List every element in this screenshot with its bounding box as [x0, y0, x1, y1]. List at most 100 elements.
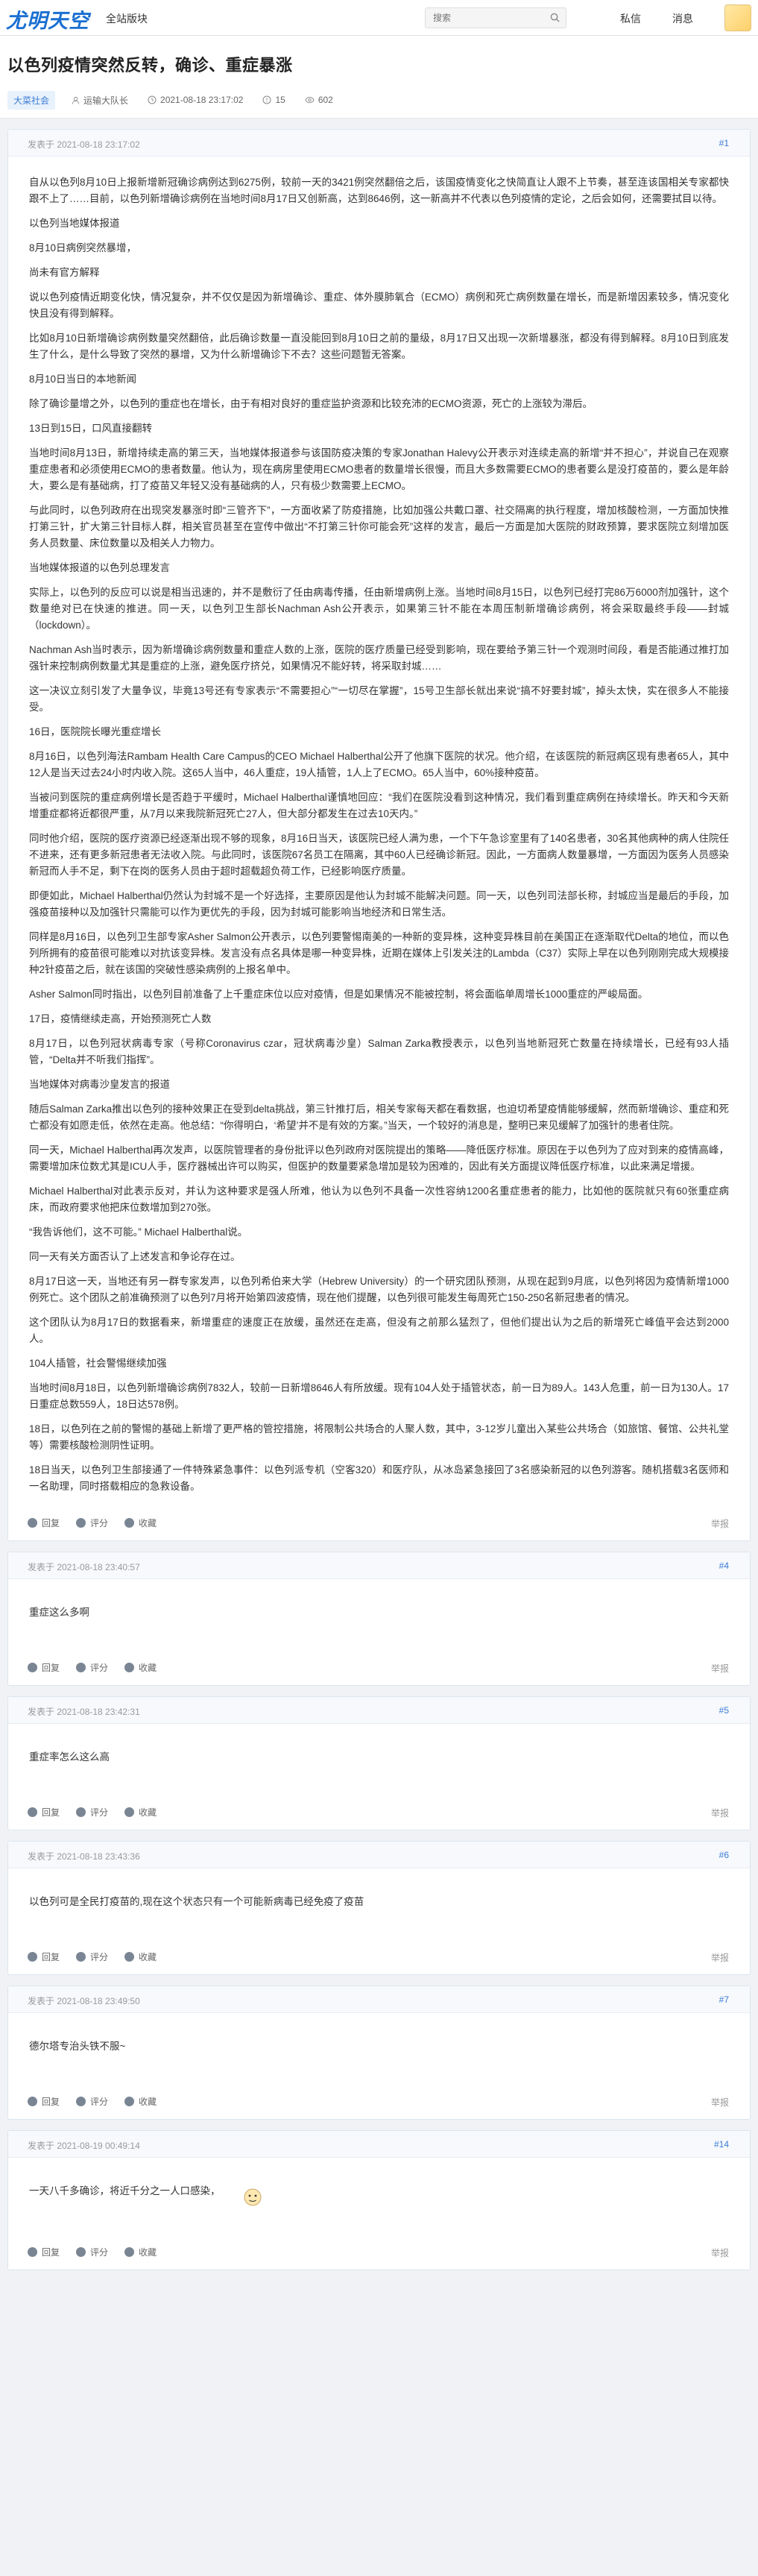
- floor-number[interactable]: #5: [719, 1705, 729, 1716]
- report-button[interactable]: 举报: [711, 1951, 729, 1964]
- post-header: 发表于 2021-08-18 23:40:57 #4: [8, 1552, 750, 1579]
- author-name[interactable]: 运输大队长: [83, 94, 128, 107]
- rate-label: 评分: [90, 1807, 109, 1818]
- post-paragraph: 重症这么多啊: [29, 1607, 89, 1618]
- post-paragraph: 即便如此，Michael Halberthal仍然认为封城不是一个好选择，主要原…: [29, 890, 729, 918]
- rate-button[interactable]: 评分: [76, 1806, 108, 1818]
- post-paragraph: 当地媒体报道的以色列总理发言: [29, 562, 170, 573]
- post-footer: 回复 评分 收藏 举报: [8, 1648, 750, 1685]
- nav-all-boards[interactable]: 全站版块: [106, 11, 148, 26]
- floor-number[interactable]: #4: [719, 1561, 729, 1571]
- favorite-button[interactable]: 收藏: [124, 1950, 157, 1963]
- post-paragraph: 同一天有关方面否认了上述发言和争论存在过。: [29, 1251, 241, 1262]
- floor-number[interactable]: #14: [714, 2139, 729, 2150]
- report-button[interactable]: 举报: [711, 2246, 729, 2259]
- reply-button[interactable]: 回复: [28, 2246, 60, 2258]
- post-paragraph: Michael Halberthal对此表示反对，并认为这种要求是强人所难，他认…: [29, 1185, 729, 1213]
- star-icon: [124, 2247, 135, 2257]
- report-button[interactable]: 举报: [711, 1662, 729, 1675]
- favorite-button[interactable]: 收藏: [124, 1661, 157, 1674]
- post-paragraph: “我告诉他们，这不可能。” Michael Halberthal说。: [29, 1226, 248, 1238]
- thread-header: 以色列疫情突然反转，确诊、重症暴涨 大菜社会 运输大队长 2021-08-18 …: [0, 36, 758, 119]
- date-meta: 2021-08-18 23:17:02: [148, 95, 243, 105]
- reply-button[interactable]: 回复: [28, 1661, 60, 1674]
- post-paragraph: 当被问到医院的重症病例增长是否趋于平缓时，Michael Halberthal谨…: [29, 792, 729, 819]
- post-header: 发表于 2021-08-18 23:43:36 #6: [8, 1842, 750, 1868]
- post-paragraph: 8月10日病例突然暴增，: [29, 242, 137, 253]
- comment-icon: [262, 95, 271, 104]
- star-icon: [124, 1952, 135, 1962]
- post-paragraph: 8月17日，以色列冠状病毒专家（号称Coronavirus czar，冠状病毒沙…: [29, 1038, 729, 1065]
- board-tag[interactable]: 大菜社会: [7, 90, 56, 110]
- post-floor: 发表于 2021-08-19 00:49:14 #14 一天八千多确诊，将近千分…: [7, 2130, 751, 2270]
- rate-label: 评分: [90, 2247, 109, 2258]
- post-time: 发表于 2021-08-18 23:43:36: [28, 1851, 140, 1862]
- post-content: 自从以色列8月10日上报新增新冠确诊病例达到6275例，较前一天的3421例突然…: [8, 157, 750, 1495]
- reply-icon: [28, 1663, 37, 1672]
- post-list: 发表于 2021-08-18 23:17:02 #1 自从以色列8月10日上报新…: [0, 129, 758, 2270]
- nav-notifications[interactable]: 消息: [672, 11, 693, 26]
- post-footer: 回复 评分 收藏 举报: [8, 2232, 750, 2270]
- reply-icon: [28, 1952, 37, 1962]
- post-content: 德尔塔专治头铁不服~: [8, 2013, 750, 2082]
- post-paragraph: 16日，医院院长曝光重症增长: [29, 726, 162, 737]
- reply-label: 回复: [42, 1952, 60, 1962]
- reply-icon: [28, 2247, 37, 2257]
- favorite-button[interactable]: 收藏: [124, 1517, 157, 1529]
- post-paragraph: 13日到15日，口风直接翻转: [29, 423, 153, 434]
- post-paragraph: 8月16日，以色列海法Rambam Health Care Campus的CEO…: [29, 751, 729, 778]
- rate-button[interactable]: 评分: [76, 1517, 108, 1529]
- report-button[interactable]: 举报: [711, 1517, 729, 1530]
- post-paragraph: Asher Salmon同时指出，以色列目前准备了上千重症床位以应对疫情，但是如…: [29, 989, 648, 1000]
- favorite-label: 收藏: [139, 1663, 157, 1673]
- floor-number[interactable]: #1: [719, 138, 729, 148]
- post-header: 发表于 2021-08-19 00:49:14 #14: [8, 2131, 750, 2158]
- post-footer: 回复 评分 收藏 举报: [8, 1792, 750, 1830]
- favorite-label: 收藏: [139, 1518, 157, 1528]
- rate-icon: [76, 2097, 86, 2106]
- post-paragraph: 18日当天，以色列卫生部接通了一件特殊紧急事件：以色列派专机（空客320）和医疗…: [29, 1464, 729, 1492]
- post-paragraph: 当地时间8月13日，新增持续走高的第三天，当地媒体报道参与该国防疫决策的专家Jo…: [29, 447, 729, 491]
- search-box[interactable]: [425, 7, 566, 28]
- post-content: 一天八千多确诊，将近千分之一人口感染，: [8, 2158, 750, 2232]
- site-logo[interactable]: 尤明天空: [6, 4, 89, 34]
- post-paragraph: 17日，疫情继续走高，开始预测死亡人数: [29, 1013, 212, 1024]
- reply-button[interactable]: 回复: [28, 2095, 60, 2108]
- post-paragraph: 8月10日当日的本地新闻: [29, 374, 137, 385]
- rate-button[interactable]: 评分: [76, 1661, 108, 1674]
- favorite-label: 收藏: [139, 1952, 157, 1962]
- floor-number[interactable]: #7: [719, 1994, 729, 2005]
- rate-button[interactable]: 评分: [76, 1950, 108, 1963]
- reply-icon: [28, 1807, 37, 1817]
- reply-button[interactable]: 回复: [28, 1950, 60, 1963]
- post-content: 以色列可是全民打疫苗的,现在这个状态只有一个可能新病毒已经免疫了疫苗: [8, 1868, 750, 1937]
- search-input[interactable]: [426, 8, 537, 28]
- post-paragraph: 同时他介绍，医院的医疗资源已经逐渐出现不够的现象，8月16日当天，该医院已经人满…: [29, 833, 729, 877]
- rate-label: 评分: [90, 1518, 109, 1528]
- post-floor: 发表于 2021-08-18 23:49:50 #7 德尔塔专治头铁不服~ 回复…: [7, 1985, 751, 2120]
- rate-button[interactable]: 评分: [76, 2246, 108, 2258]
- report-button[interactable]: 举报: [711, 1807, 729, 1819]
- star-icon: [124, 1518, 135, 1528]
- report-button[interactable]: 举报: [711, 2096, 729, 2109]
- user-avatar[interactable]: [724, 4, 751, 31]
- post-floor: 发表于 2021-08-18 23:43:36 #6 以色列可是全民打疫苗的,现…: [7, 1841, 751, 1975]
- reply-button[interactable]: 回复: [28, 1517, 60, 1529]
- thread-meta: 大菜社会 运输大队长 2021-08-18 23:17:02 15 602: [7, 89, 751, 110]
- favorite-button[interactable]: 收藏: [124, 1806, 157, 1818]
- rate-label: 评分: [90, 2097, 109, 2107]
- favorite-button[interactable]: 收藏: [124, 2095, 157, 2108]
- post-floor: 发表于 2021-08-18 23:40:57 #4 重症这么多啊 回复 评分 …: [7, 1552, 751, 1686]
- favorite-button[interactable]: 收藏: [124, 2246, 157, 2258]
- search-icon[interactable]: [550, 13, 560, 22]
- nav-messages[interactable]: 私信: [620, 11, 641, 26]
- rate-button[interactable]: 评分: [76, 2095, 108, 2108]
- favorite-label: 收藏: [139, 2097, 157, 2107]
- post-date: 2021-08-18 23:17:02: [160, 95, 244, 105]
- floor-number[interactable]: #6: [719, 1850, 729, 1860]
- rate-icon: [76, 1807, 86, 1817]
- favorite-label: 收藏: [139, 1807, 157, 1818]
- reply-button[interactable]: 回复: [28, 1806, 60, 1818]
- rate-icon: [76, 2247, 86, 2257]
- post-paragraph: 同一天，Michael Halberthal再次发声，以医院管理者的身份批评以色…: [29, 1144, 729, 1172]
